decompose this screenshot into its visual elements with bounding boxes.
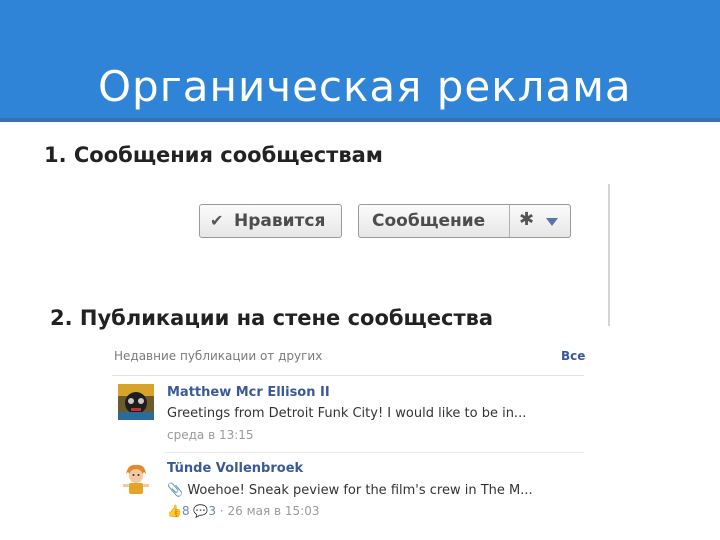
feed-divider [112,375,584,376]
see-all-link[interactable]: Все [561,349,585,363]
message-label: Сообщение [372,211,486,231]
gear-icon[interactable]: ✱ [519,209,534,230]
slide-title: Органическая реклама [98,62,632,111]
vertical-divider [608,184,610,326]
header-divider [0,118,720,122]
point-1-heading: 1. Сообщения сообществам [44,143,383,167]
post-timestamp[interactable]: 26 мая в 15:03 [228,504,320,518]
message-button[interactable]: Сообщение ✱ [358,204,571,238]
post-meta: 👍8 💬3 · 26 мая в 15:03 [167,504,320,518]
post-divider [164,452,584,453]
attachment-icon: 📎 [167,483,184,498]
caret-down-icon[interactable] [546,218,558,226]
meta-separator: · [219,504,224,518]
button-separator [509,205,510,237]
comment-count[interactable]: 3 [208,504,216,518]
post-text[interactable]: Greetings from Detroit Funk City! I woul… [167,406,526,421]
post-author[interactable]: Matthew Mcr Ellison II [167,385,330,400]
like-label: Нравится [234,211,326,231]
point-2-heading: 2. Публикации на стене сообщества [50,306,494,330]
checkmark-icon: ✔ [210,211,224,230]
post-author[interactable]: Tünde Vollenbroek [167,461,303,476]
post-text: Woehoe! Sneak peview for the film's crew… [187,483,533,498]
like-icon[interactable]: 👍 [167,504,182,518]
avatar[interactable] [118,384,154,420]
like-count[interactable]: 8 [182,504,190,518]
like-button[interactable]: ✔ Нравится [199,204,342,238]
post-timestamp[interactable]: среда в 13:15 [167,428,254,442]
feed-title: Недавние публикации от других [114,349,323,363]
comment-icon[interactable]: 💬 [193,504,208,518]
avatar[interactable] [118,460,154,496]
post-text-row[interactable]: 📎 Woehoe! Sneak peview for the film's cr… [167,483,533,498]
